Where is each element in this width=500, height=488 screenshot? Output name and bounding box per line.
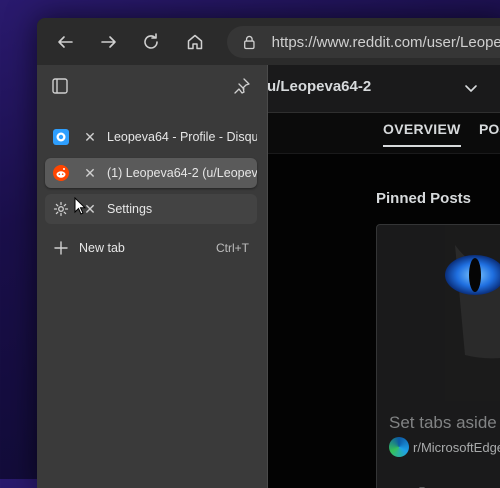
gear-icon — [53, 201, 69, 217]
mouse-cursor-icon — [74, 197, 86, 215]
tab-reddit[interactable]: ✕ (1) Leopeva64-2 (u/Leopeva64-2) — [45, 158, 257, 188]
profile-content: Pinned Posts Set tabs aside r/MicrosoftE… — [267, 154, 500, 488]
tab-actions-icon[interactable] — [51, 77, 69, 95]
disqus-icon — [53, 129, 69, 145]
tab-title[interactable]: Settings — [107, 202, 257, 216]
subreddit-name[interactable]: r/MicrosoftEdge — [413, 440, 500, 455]
close-tab-icon[interactable]: ✕ — [83, 166, 97, 180]
new-tab-label[interactable]: New tab — [79, 241, 125, 255]
address-bar[interactable]: https://www.reddit.com/user/Leopeva64-2 — [227, 26, 500, 58]
refresh-icon — [144, 33, 158, 49]
pin-icon[interactable] — [233, 77, 251, 95]
profile-tabs: OVERVIEW POSTS — [267, 113, 500, 153]
page-header: u/Leopeva64-2 — [267, 65, 500, 113]
browser-window: https://www.reddit.com/user/Leopeva64-2 … — [37, 18, 500, 488]
tab-overview[interactable]: OVERVIEW — [383, 121, 461, 147]
edge-logo-icon — [389, 437, 409, 457]
back-button[interactable] — [51, 28, 79, 56]
vertical-tabs-pane: ✕ Leopeva64 - Profile - Disqus ✕ (1) Leo… — [37, 65, 268, 488]
home-icon — [187, 34, 203, 50]
post-thumbnail[interactable] — [445, 225, 500, 401]
cat-eye-image — [445, 225, 500, 401]
tab-title[interactable]: Leopeva64 - Profile - Disqus — [107, 130, 257, 144]
post-subreddit[interactable]: r/MicrosoftEdge — [389, 437, 500, 457]
pinned-posts-heading: Pinned Posts — [376, 190, 472, 207]
vertical-tabs-header — [37, 65, 267, 105]
new-tab-button[interactable]: New tab Ctrl+T — [45, 233, 257, 263]
forward-button[interactable] — [95, 28, 123, 56]
plus-icon — [54, 241, 68, 255]
web-page: u/Leopeva64-2 OVERVIEW POSTS Pinned Post… — [267, 65, 500, 488]
lock-icon[interactable] — [241, 33, 258, 51]
browser-toolbar: https://www.reddit.com/user/Leopeva64-2 — [37, 18, 500, 65]
new-tab-shortcut: Ctrl+T — [216, 241, 249, 255]
page-title: u/Leopeva64-2 — [267, 78, 372, 95]
close-tab-icon[interactable]: ✕ — [83, 130, 97, 144]
home-button[interactable] — [181, 28, 209, 56]
reddit-icon — [53, 165, 69, 181]
url-text[interactable]: https://www.reddit.com/user/Leopeva64-2 — [272, 34, 500, 51]
pinned-post-card[interactable]: Set tabs aside r/MicrosoftEdge — [376, 224, 500, 488]
tab-disqus[interactable]: ✕ Leopeva64 - Profile - Disqus — [45, 122, 257, 152]
forward-arrow-icon — [101, 36, 116, 48]
refresh-button[interactable] — [137, 28, 165, 56]
tab-posts[interactable]: POSTS — [479, 121, 500, 137]
chevron-down-icon[interactable] — [463, 80, 479, 96]
post-title[interactable]: Set tabs aside — [389, 413, 497, 433]
back-arrow-icon — [58, 36, 73, 48]
tab-title[interactable]: (1) Leopeva64-2 (u/Leopeva64-2) — [107, 166, 257, 180]
